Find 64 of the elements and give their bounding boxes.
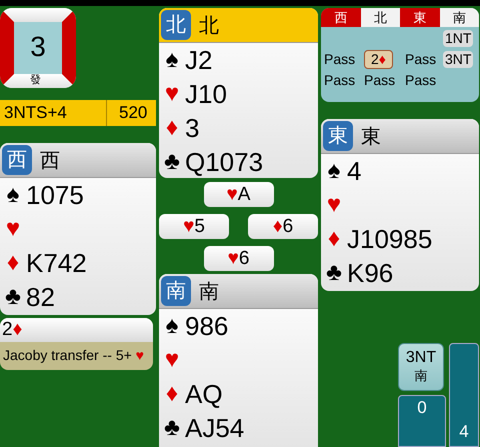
score: 520 bbox=[118, 102, 148, 124]
bid-call: 3NT bbox=[443, 51, 474, 68]
trick-counter: 0 bbox=[398, 395, 446, 447]
card-holding[interactable]: K96 bbox=[347, 258, 394, 288]
contract-label: 3NT bbox=[406, 349, 436, 367]
seat-header: 北 bbox=[360, 8, 400, 27]
suit-symbol: ♥ bbox=[326, 191, 342, 219]
suit-symbol: ♠ bbox=[164, 46, 180, 74]
seat-badge: 南 bbox=[161, 276, 191, 306]
card-holding[interactable]: K742 bbox=[26, 248, 87, 278]
card-holding[interactable]: AJ54 bbox=[185, 413, 244, 444]
bid-call: Pass bbox=[364, 72, 396, 89]
suit-symbol: ♠ bbox=[164, 312, 180, 340]
contract-result: 3NTS+4 bbox=[0, 100, 107, 126]
seat-header: 東 bbox=[400, 8, 440, 27]
card-holding[interactable]: J10985 bbox=[347, 224, 432, 254]
player-name: 東 bbox=[361, 124, 381, 150]
player-name: 南 bbox=[199, 280, 219, 305]
card-holding[interactable]: J2 bbox=[185, 45, 212, 75]
bid-call: 1NT bbox=[443, 30, 474, 47]
suit-symbol: ♣ bbox=[4, 283, 22, 311]
declarer-label: 南 bbox=[414, 367, 428, 385]
seat-badge: 北 bbox=[161, 10, 191, 40]
suit-symbol: ♦ bbox=[6, 249, 20, 277]
played-card: ♥5 bbox=[159, 214, 229, 240]
dealer-label: 發 bbox=[30, 74, 41, 87]
card-holding[interactable]: 82 bbox=[26, 282, 55, 312]
explanation-text: Jacoby transfer -- 5+ ♥ bbox=[3, 347, 144, 363]
card-holding[interactable]: Q1073 bbox=[185, 147, 264, 177]
suit-symbol: ♠ bbox=[6, 181, 20, 209]
bid-call: 2♦ bbox=[364, 50, 393, 69]
seat-header: 西 bbox=[321, 8, 360, 27]
card-holding[interactable]: 986 bbox=[185, 311, 228, 342]
seat-header: 南 bbox=[440, 8, 479, 27]
suit-symbol: ♥ bbox=[164, 346, 180, 374]
card-holding[interactable]: J10 bbox=[185, 79, 227, 109]
card-holding[interactable]: 3 bbox=[185, 113, 200, 143]
board-number: 3 bbox=[29, 32, 47, 62]
player-name: 西 bbox=[40, 148, 60, 174]
bid-call: Pass bbox=[324, 72, 356, 89]
card-holding[interactable]: 4 bbox=[347, 156, 362, 186]
suit-symbol: ♥ bbox=[4, 215, 22, 243]
suit-symbol: ♣ bbox=[325, 259, 343, 287]
card-holding[interactable]: AQ bbox=[185, 379, 223, 410]
suit-symbol: ♦ bbox=[164, 114, 180, 142]
played-card: ♥6 bbox=[204, 246, 274, 272]
suit-symbol: ♦ bbox=[326, 225, 342, 253]
suit-symbol: ♥ bbox=[164, 80, 180, 108]
seat-badge: 東 bbox=[323, 121, 353, 151]
bid-call: Pass bbox=[405, 51, 436, 68]
player-name: 北 bbox=[199, 14, 219, 38]
suit-symbol: ♣ bbox=[163, 148, 181, 176]
trick-counter: 4 bbox=[449, 343, 479, 447]
board-face bbox=[14, 22, 62, 74]
bid-label: 2♦ bbox=[2, 319, 22, 341]
played-card: ♦6 bbox=[248, 214, 318, 240]
played-card: ♥A bbox=[204, 182, 274, 207]
bid-call: Pass bbox=[405, 72, 436, 89]
card-holding[interactable]: 1075 bbox=[26, 180, 84, 210]
suit-symbol: ♦ bbox=[164, 380, 180, 408]
seat-badge: 西 bbox=[2, 145, 32, 175]
suit-symbol: ♣ bbox=[163, 414, 181, 442]
bid-call: Pass bbox=[324, 51, 356, 68]
suit-symbol: ♠ bbox=[326, 157, 342, 185]
